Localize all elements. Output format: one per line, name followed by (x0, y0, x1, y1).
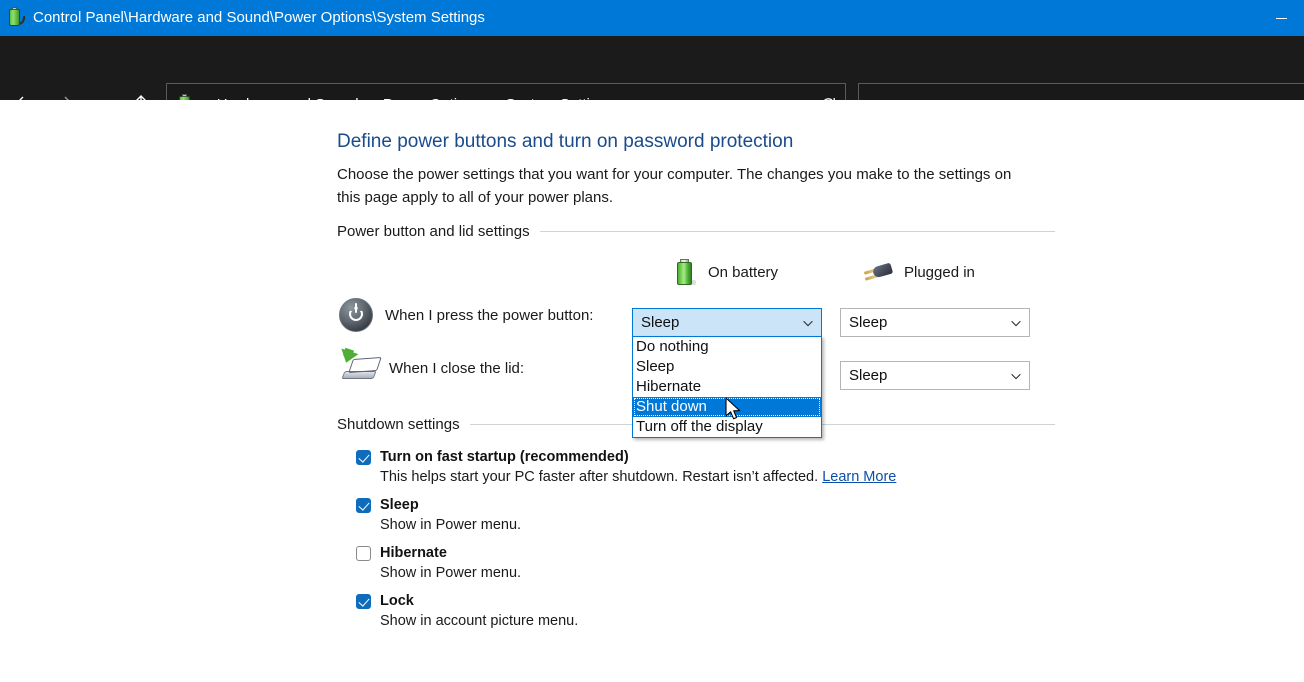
checkbox-description: Show in Power menu. (380, 517, 522, 533)
chevron-down-icon[interactable] (795, 316, 821, 330)
battery-icon (672, 258, 698, 286)
battery-plug-icon (5, 7, 27, 29)
checkbox-description: Show in Power menu. (380, 565, 522, 581)
section-label: Shutdown settings (337, 415, 460, 433)
window-titlebar: Control Panel\Hardware and Sound\Power O… (0, 0, 1304, 36)
dropdown-option-shut-down[interactable]: Shut down (633, 397, 821, 417)
checkbox-item-sleep: Sleep Show in Power menu. (356, 497, 521, 533)
checkbox-label: Lock (380, 593, 414, 609)
checkbox-row[interactable]: Sleep (356, 497, 521, 513)
combobox-power-button-plugged-in[interactable]: Sleep (840, 308, 1030, 337)
power-plug-icon (862, 258, 894, 286)
combobox-value: Sleep (849, 367, 888, 384)
page-description: Choose the power settings that you want … (337, 166, 1012, 206)
window-title: Control Panel\Hardware and Sound\Power O… (33, 9, 485, 26)
content-pane: Define power buttons and turn on passwor… (0, 100, 1304, 682)
checkbox-sleep[interactable] (356, 497, 371, 513)
dropdown-option-do-nothing[interactable]: Do nothing (633, 337, 821, 357)
combobox-value: Sleep (849, 314, 888, 331)
checkbox-item-fast-startup: Turn on fast startup (recommended) This … (356, 449, 896, 485)
section-divider (539, 230, 1055, 232)
minimize-button[interactable] (1258, 0, 1304, 36)
checkbox-item-lock: Lock Show in account picture menu. (356, 593, 578, 629)
checkbox-label: Turn on fast startup (recommended) (380, 449, 629, 465)
navigation-bar: « Hardware and Sound › Power Options › S… (0, 36, 1304, 125)
chevron-down-icon[interactable] (1003, 316, 1029, 330)
combobox-close-lid-plugged-in[interactable]: Sleep (840, 361, 1030, 390)
chevron-down-icon[interactable] (1003, 369, 1029, 383)
checkbox-description: Show in account picture menu. (380, 613, 579, 629)
dropdown-option-sleep[interactable]: Sleep (633, 357, 821, 377)
checkbox-description: This helps start your PC faster after sh… (380, 469, 896, 485)
checkbox-hibernate[interactable] (356, 545, 371, 561)
checkbox-label: Hibernate (380, 545, 447, 561)
learn-more-link[interactable]: Learn More (822, 469, 896, 485)
checkbox-item-hibernate: Hibernate Show in Power menu. (356, 545, 521, 581)
minimize-icon (1275, 17, 1287, 19)
setting-label: When I press the power button: (385, 306, 594, 324)
dropdown-option-turn-off-the-display[interactable]: Turn off the display (633, 417, 821, 437)
section-label: Power button and lid settings (337, 222, 530, 240)
column-label: Plugged in (904, 263, 975, 281)
combobox-value: Sleep (641, 314, 680, 331)
setting-label: When I close the lid: (389, 359, 525, 377)
laptop-lid-icon (337, 347, 382, 387)
checkbox-row[interactable]: Lock (356, 593, 578, 609)
section-header-power-button-and-lid-settings: Power button and lid settings (337, 222, 1055, 240)
checkbox-fast-startup[interactable] (356, 449, 371, 465)
description-text: This helps start your PC faster after sh… (380, 469, 819, 485)
column-header-plugged-in: Plugged in (862, 258, 975, 286)
checkbox-row[interactable]: Turn on fast startup (recommended) (356, 449, 896, 465)
dropdown-option-hibernate[interactable]: Hibernate (633, 377, 821, 397)
column-label: On battery (708, 263, 779, 281)
checkbox-row[interactable]: Hibernate (356, 545, 521, 561)
checkbox-lock[interactable] (356, 593, 371, 609)
dropdown-list-power-button-on-battery[interactable]: Do nothing Sleep Hibernate Shut down Tur… (632, 336, 822, 438)
setting-row-power-button: When I press the power button: (337, 296, 593, 334)
setting-row-close-lid: When I close the lid: (337, 347, 525, 387)
checkbox-label: Sleep (380, 497, 419, 513)
power-button-icon (337, 296, 375, 334)
column-header-on-battery: On battery (672, 258, 778, 286)
page-title: Define power buttons and turn on passwor… (337, 131, 794, 152)
combobox-power-button-on-battery[interactable]: Sleep (632, 308, 822, 337)
